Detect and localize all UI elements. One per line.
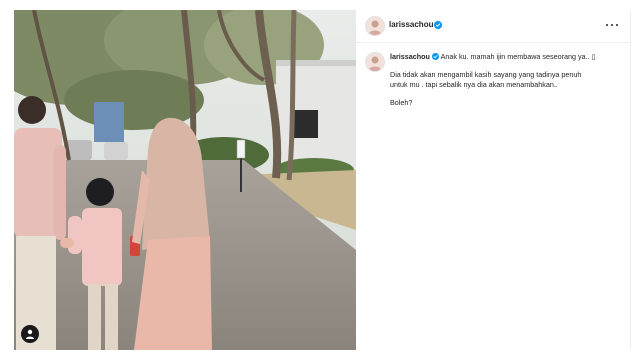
family-walking-photo xyxy=(14,10,356,350)
person-glyph-icon xyxy=(26,329,34,339)
caption-paragraph-line: Dia tidak akan mengambil kasih sayang ya… xyxy=(390,70,582,79)
header-username[interactable]: larissachou xyxy=(389,20,433,30)
more-options-icon[interactable] xyxy=(606,19,620,31)
caption-first-text: Anak ku. mamah ijin membawa seseorang ya… xyxy=(440,52,590,61)
caption-avatar[interactable] xyxy=(365,52,385,72)
post-caption: larissachou Anak ku. mamah ijin membawa … xyxy=(390,52,620,108)
verified-badge-icon xyxy=(431,53,439,60)
caption-paragraph: Dia tidak akan mengambil kasih sayang ya… xyxy=(390,70,620,90)
avatar-image xyxy=(366,53,384,71)
caption-paragraph-line: untuk mu . tapi sebalik nya dia akan men… xyxy=(390,80,558,89)
post-photo[interactable] xyxy=(14,10,356,350)
caption-emoji-box: ▯ xyxy=(591,52,596,61)
caption-username[interactable]: larissachou xyxy=(390,52,430,61)
post-details-panel: larissachou larissachou Anak ku. mamah i… xyxy=(356,10,631,350)
caption-closing: Boleh? xyxy=(390,98,413,107)
avatar-image xyxy=(366,17,384,35)
post-header: larissachou xyxy=(356,10,630,43)
caption-first-line: larissachou Anak ku. mamah ijin membawa … xyxy=(390,52,620,62)
avatar[interactable] xyxy=(365,16,385,36)
user-tag-icon[interactable] xyxy=(21,325,39,343)
verified-badge-icon xyxy=(434,21,442,29)
